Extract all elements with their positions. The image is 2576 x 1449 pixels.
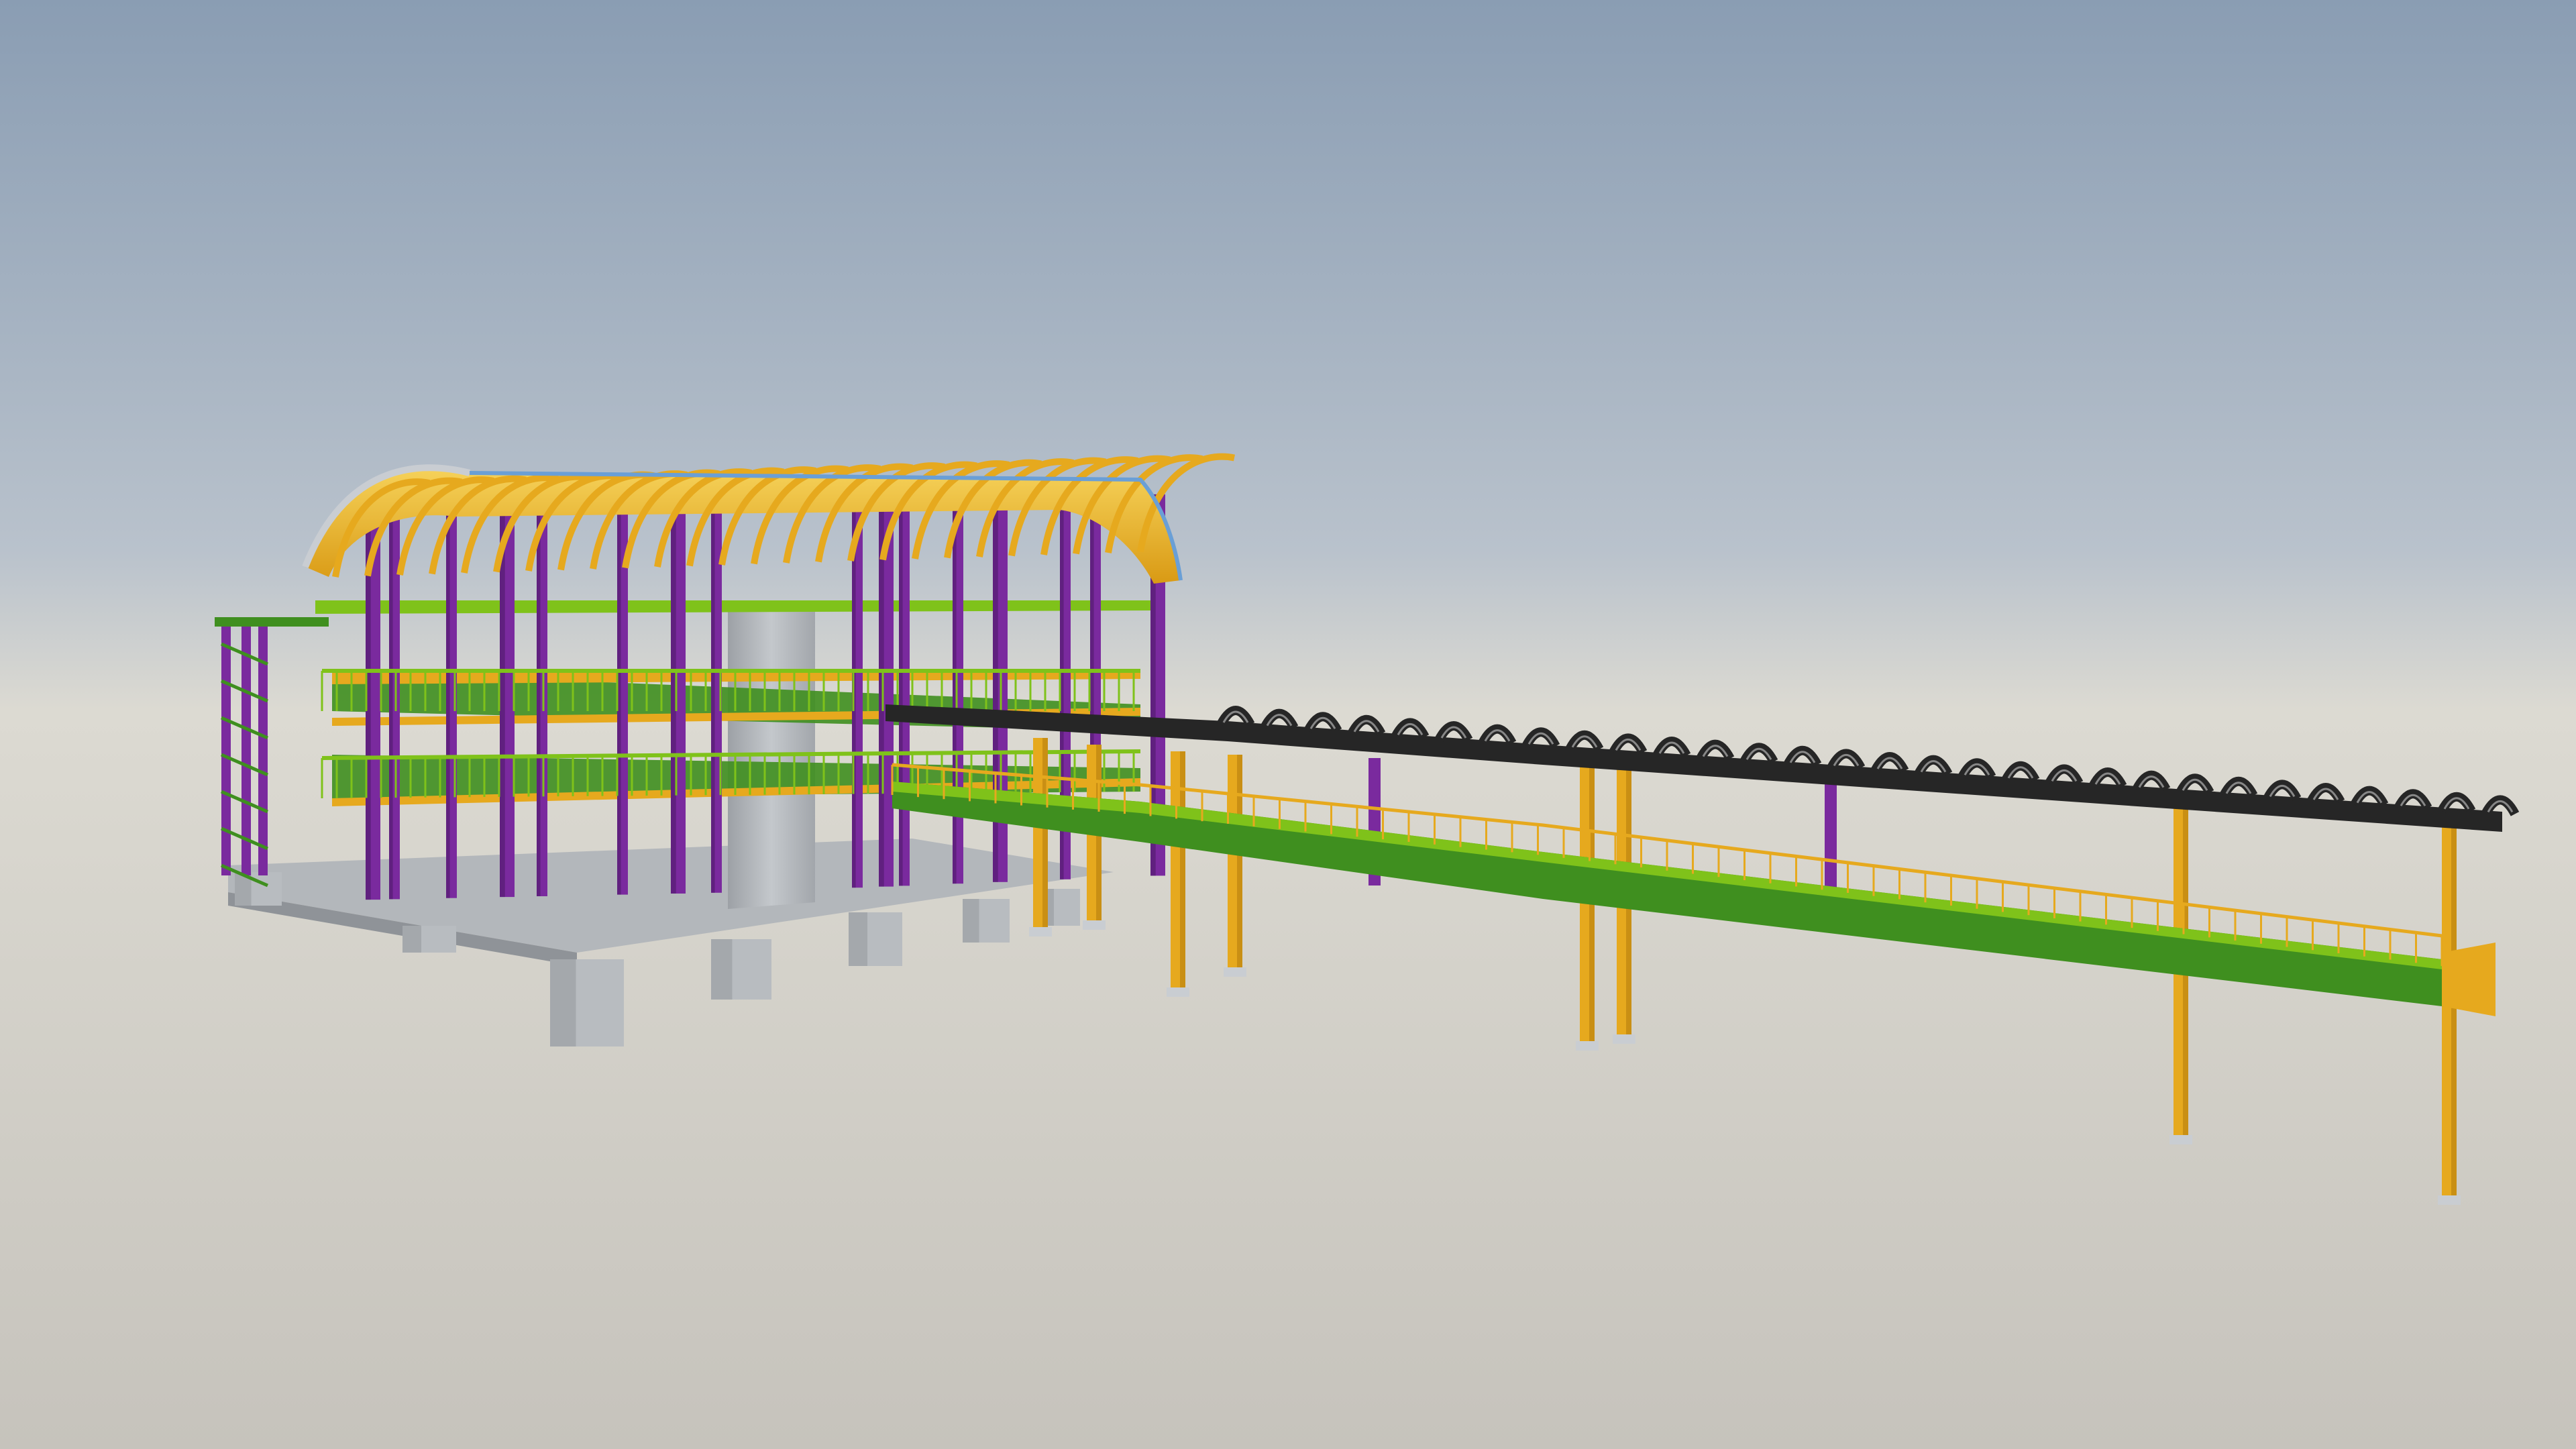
base-plate (1083, 920, 1106, 930)
base-plate (2438, 1195, 2461, 1205)
base-plate (1613, 1034, 1635, 1044)
3d-viewport[interactable] (0, 0, 2576, 1449)
purple-column-shade (389, 490, 393, 900)
pile-cap-shade (849, 912, 867, 966)
base-plate (1029, 927, 1052, 936)
base-plate (1224, 967, 1246, 977)
trestle-column-shade (1237, 755, 1242, 973)
purple-column-shade (446, 487, 450, 898)
base-plate (1167, 987, 1189, 997)
structural-model-scene[interactable] (0, 0, 2576, 1449)
pile-cap-shade (963, 899, 979, 943)
base-plate (1576, 1041, 1599, 1051)
purple-column-shade (711, 471, 715, 893)
purple-support-column (1825, 778, 1837, 889)
base-plate (2169, 1135, 2192, 1144)
purple-column-shade (899, 479, 903, 886)
trestle-column-shade (2451, 825, 2457, 1201)
bridge-end-frame (2442, 943, 2496, 1016)
stair-tower-column (221, 621, 231, 875)
pile-cap-shade (402, 926, 421, 953)
stair-tower-column (258, 621, 268, 875)
pile-cap-shade (711, 939, 733, 1000)
trestle-column-shade (1042, 738, 1048, 932)
pile-cap-shade (550, 959, 576, 1046)
stair-tower-beam (215, 617, 329, 627)
